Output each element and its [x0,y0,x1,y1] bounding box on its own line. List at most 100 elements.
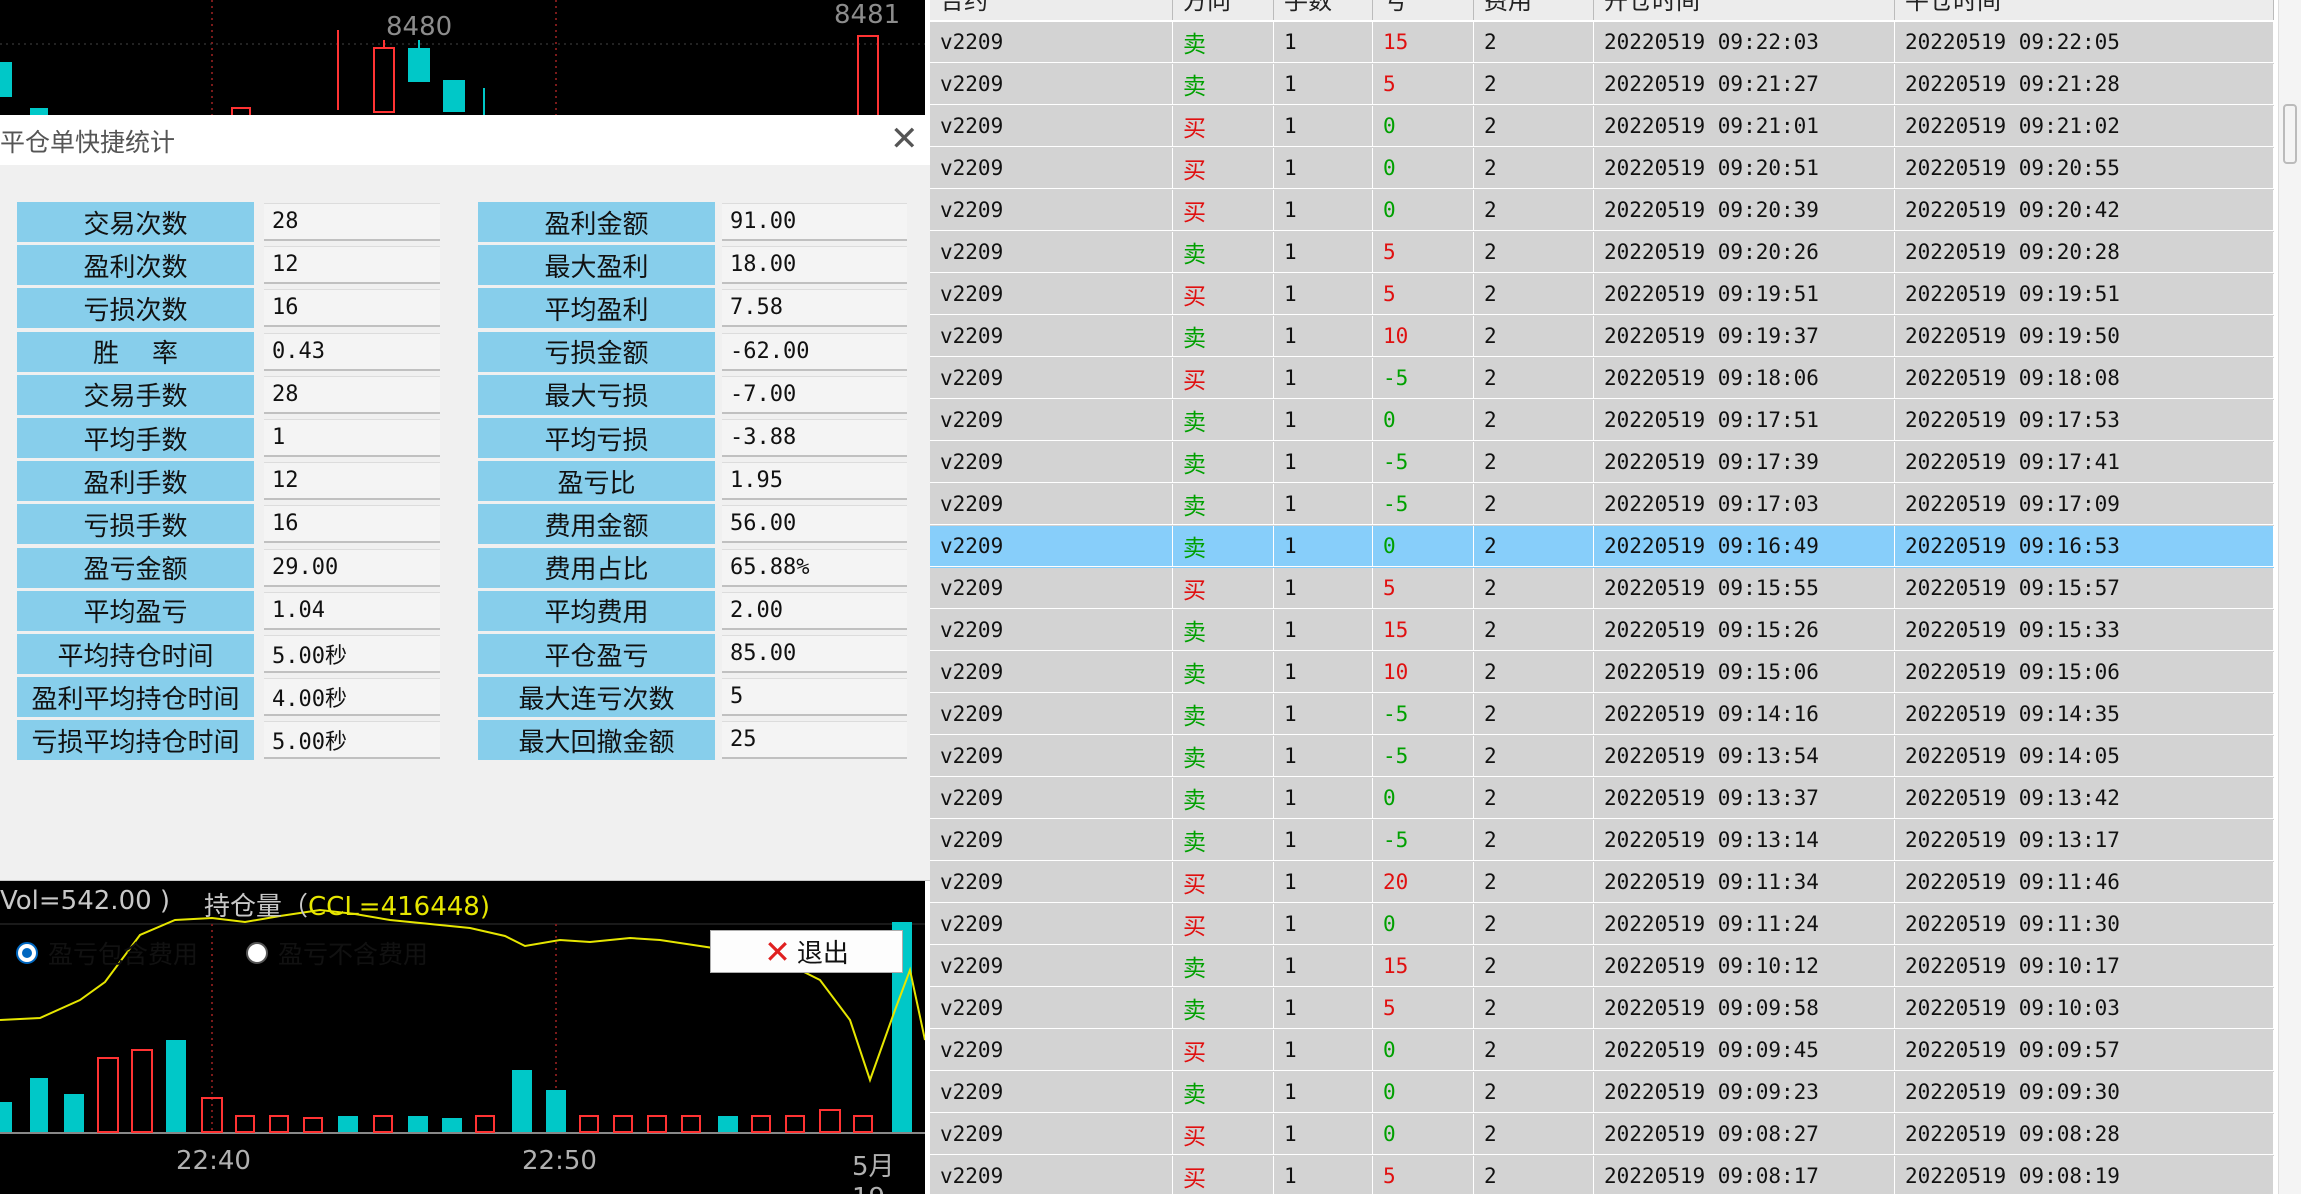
table-row[interactable]: v2209 卖 1 5 2 20220519 09:20:26 20220519 09:20… [930,232,2274,274]
column-header[interactable]: 平仓盈亏 [1373,0,1474,20]
stat-label: 亏损次数 [17,288,254,329]
cell-pnl: 0 [1373,904,1474,945]
cell-fee: 2 [1474,820,1594,861]
cell-open-time: 20220519 09:17:39 [1594,442,1895,483]
candlestick-chart[interactable]: 8480 8481 [0,0,925,115]
table-row[interactable]: v2209 卖 1 -5 2 20220519 09:13:54 20220519 09:1… [930,736,2274,778]
cell-close-time: 20220519 09:20:42 [1895,190,2274,231]
cell-fee: 2 [1474,652,1594,693]
cell-quantity: 1 [1274,778,1373,819]
candle [30,108,48,115]
cell-direction: 卖 [1173,988,1274,1029]
table-row[interactable]: v2209 卖 1 -5 2 20220519 09:17:39 20220519 09:1… [930,442,2274,484]
column-header[interactable]: 方向 [1173,0,1274,20]
cell-quantity: 1 [1274,988,1373,1029]
cell-open-time: 20220519 09:09:45 [1594,1030,1895,1071]
table-row[interactable]: v2209 买 1 0 2 20220519 09:20:51 20220519 09:20… [930,148,2274,190]
exit-button[interactable]: ✕ 退出 [710,930,903,973]
cell-close-time: 20220519 09:19:51 [1895,274,2274,315]
stat-value: 65.88% [722,548,907,587]
cell-open-time: 20220519 09:15:06 [1594,652,1895,693]
stat-value: 12 [264,246,440,285]
cell-direction: 卖 [1173,610,1274,651]
table-row[interactable]: v2209 买 1 0 2 20220519 09:09:45 20220519 09:09… [930,1030,2274,1072]
cell-direction: 买 [1173,148,1274,189]
cell-close-time: 20220519 09:17:41 [1895,442,2274,483]
scrollbar-thumb[interactable] [2283,104,2297,164]
stat-label: 最大回撤金额 [478,720,715,761]
table-row[interactable]: v2209 卖 1 -5 2 20220519 09:17:03 20220519 09:1… [930,484,2274,526]
closed-trades-table[interactable]: 合约方向手数平仓盈亏费用开仓时间平仓时间 v2209卖115220220519 … [930,0,2280,1194]
table-row[interactable]: v2209 买 1 0 2 20220519 09:20:39 20220519 09:20… [930,190,2274,232]
column-header[interactable]: 开仓时间 [1594,0,1895,20]
cell-open-time: 20220519 09:21:01 [1594,106,1895,147]
close-x-icon: ✕ [764,932,791,971]
table-row[interactable]: v2209 卖 1 -5 2 20220519 09:14:16 20220519 09:1… [930,694,2274,736]
cell-pnl: 10 [1373,652,1474,693]
radio-unchecked-icon[interactable] [246,942,268,964]
table-row[interactable]: v2209 买 1 5 2 20220519 09:15:55 20220519 09:15… [930,568,2274,610]
close-icon[interactable]: ✕ [890,119,919,159]
cell-open-time: 20220519 09:15:55 [1594,568,1895,609]
stat-label: 最大亏损 [478,374,715,415]
stat-label: 盈利平均持仓时间 [17,677,254,718]
table-row[interactable]: v2209 买 1 0 2 20220519 09:21:01 20220519 09:21… [930,106,2274,148]
cell-open-time: 20220519 09:09:23 [1594,1072,1895,1113]
table-row[interactable]: v2209 买 1 5 2 20220519 09:08:17 20220519 09:08… [930,1156,2274,1194]
table-row[interactable]: v2209 卖 1 0 2 20220519 09:16:49 20220519 09:16… [930,526,2274,568]
stat-value: 5.00秒 [264,635,440,673]
table-row[interactable]: v2209 卖 1 0 2 20220519 09:13:37 20220519 09:13… [930,778,2274,820]
open-interest-value: CCL=416448) [308,892,490,922]
table-row[interactable]: v2209 卖 1 15 2 20220519 09:22:03 20220519 09:2… [930,22,2274,64]
cell-fee: 2 [1474,1072,1594,1113]
radio-checked-icon[interactable] [16,942,38,964]
column-header[interactable]: 费用 [1474,0,1594,20]
radio-include-fees[interactable]: 盈亏包含费用 [16,935,198,971]
cell-quantity: 1 [1274,64,1373,105]
stat-label: 费用占比 [478,547,715,588]
table-row[interactable]: v2209 买 1 0 2 20220519 09:11:24 20220519 09:11… [930,904,2274,946]
column-header[interactable]: 平仓时间 [1895,0,2274,20]
cell-quantity: 1 [1274,400,1373,441]
cell-direction: 卖 [1173,526,1274,567]
table-row[interactable]: v2209 卖 1 0 2 20220519 09:09:23 20220519 09:09… [930,1072,2274,1114]
cell-open-time: 20220519 09:19:51 [1594,274,1895,315]
cell-direction: 买 [1173,1156,1274,1194]
cell-contract: v2209 [930,568,1173,609]
cell-contract: v2209 [930,736,1173,777]
table-row[interactable]: v2209 卖 1 5 2 20220519 09:21:27 20220519 09:21… [930,64,2274,106]
column-header[interactable]: 手数 [1274,0,1373,20]
table-row[interactable]: v2209 买 1 5 2 20220519 09:19:51 20220519 09:19… [930,274,2274,316]
vertical-scrollbar[interactable] [2278,0,2301,1194]
cell-direction: 卖 [1173,820,1274,861]
stat-value: 0.43 [264,332,440,371]
cell-pnl: -5 [1373,820,1474,861]
cell-pnl: 0 [1373,1072,1474,1113]
cell-close-time: 20220519 09:09:57 [1895,1030,2274,1071]
cell-open-time: 20220519 09:11:34 [1594,862,1895,903]
cell-contract: v2209 [930,106,1173,147]
table-row[interactable]: v2209 买 1 -5 2 20220519 09:18:06 20220519 09:1… [930,358,2274,400]
stat-label: 盈亏比 [478,461,715,502]
cell-quantity: 1 [1274,526,1373,567]
cell-direction: 买 [1173,904,1274,945]
stat-label: 盈利次数 [17,245,254,286]
cell-open-time: 20220519 09:11:24 [1594,904,1895,945]
cell-direction: 买 [1173,106,1274,147]
table-row[interactable]: v2209 卖 1 10 2 20220519 09:19:37 20220519 09:1… [930,316,2274,358]
stat-value: 85.00 [722,635,907,673]
table-row[interactable]: v2209 卖 1 0 2 20220519 09:17:51 20220519 09:17… [930,400,2274,442]
radio-exclude-fees[interactable]: 盈亏不含费用 [246,935,428,971]
table-row[interactable]: v2209 买 1 20 2 20220519 09:11:34 20220519 09:1… [930,862,2274,904]
dialog-titlebar[interactable]: 平仓单快捷统计 ✕ [0,115,938,165]
table-row[interactable]: v2209 买 1 0 2 20220519 09:08:27 20220519 09:08… [930,1114,2274,1156]
table-row[interactable]: v2209 卖 1 15 2 20220519 09:15:26 20220519 09:1… [930,610,2274,652]
column-header[interactable]: 合约 [930,0,1173,20]
table-row[interactable]: v2209 卖 1 5 2 20220519 09:09:58 20220519 09:10… [930,988,2274,1030]
cell-fee: 2 [1474,610,1594,651]
table-row[interactable]: v2209 卖 1 15 2 20220519 09:10:12 20220519 09:1… [930,946,2274,988]
table-row[interactable]: v2209 卖 1 -5 2 20220519 09:13:14 20220519 09:1… [930,820,2274,862]
candle [373,47,395,113]
table-row[interactable]: v2209 卖 1 10 2 20220519 09:15:06 20220519 09:1… [930,652,2274,694]
volume-chart[interactable]: Vol=542.00 ) 持仓量（CCL=416448) 22:40 22:50… [0,880,925,1194]
